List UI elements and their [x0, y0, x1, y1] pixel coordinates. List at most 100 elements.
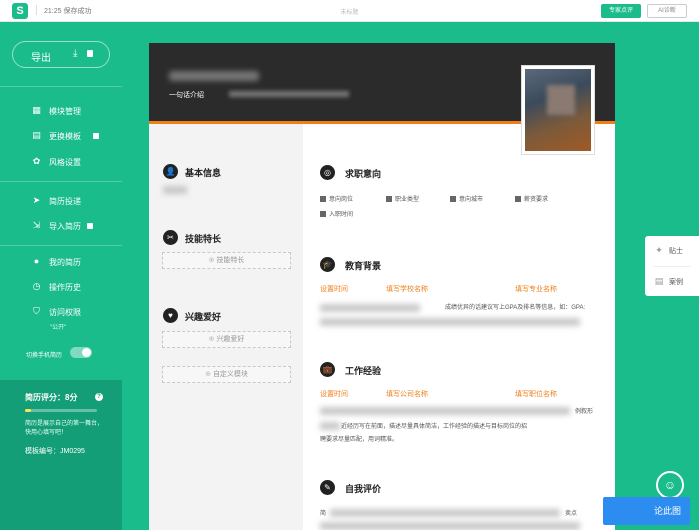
- help-icon[interactable]: ?: [95, 393, 103, 401]
- intent-position[interactable]: 意向岗位: [320, 194, 353, 203]
- city-icon: [450, 196, 456, 202]
- face-redacted: [547, 85, 575, 115]
- sidebar-item-label: 操作历史: [49, 283, 81, 292]
- add-custom-module-button[interactable]: ⊕ 自定义模块: [162, 366, 291, 383]
- work-time[interactable]: 设置时间: [320, 389, 348, 399]
- resume-score: 简历评分：8分: [25, 393, 78, 402]
- photo-image: [525, 69, 591, 151]
- sidebar-item-label: 我的简历: [49, 258, 81, 267]
- work-position[interactable]: 填写职位名称: [515, 389, 557, 399]
- lock-icon: [87, 223, 93, 229]
- work-desc-line1[interactable]: 例叙形: [575, 406, 593, 415]
- download-icon: ⤓: [73, 48, 78, 59]
- user-icon: 👤: [163, 164, 178, 179]
- add-hobby-button[interactable]: ⊕ 兴趣爱好: [162, 331, 291, 348]
- education-description[interactable]: 成绩优异的话建议写上GPA及排名等信息，如：GPA:: [445, 302, 585, 311]
- work-desc-line2[interactable]: 近经历写在前面，描述尽量具体简洁，工作经验的描述与目标岗位的招: [341, 421, 527, 430]
- section-title-education[interactable]: 教育背景: [345, 259, 381, 272]
- work-desc-line3[interactable]: 聘要求尽量匹配，用词精准。: [320, 434, 398, 443]
- section-title-basic-info[interactable]: 基本信息: [185, 166, 221, 179]
- lock-icon: [87, 50, 93, 57]
- score-progress-bar: [25, 409, 97, 412]
- divider: [0, 245, 122, 246]
- self-eval-redacted: [330, 509, 560, 517]
- sidebar-item-label: 访问权限: [49, 308, 81, 317]
- intent-salary[interactable]: 薪资要求: [515, 194, 548, 203]
- expert-review-button[interactable]: 专家点评: [601, 4, 641, 18]
- cases-button[interactable]: ▤ 案例: [645, 267, 699, 297]
- intent-salary-label: 薪资要求: [524, 197, 549, 203]
- score-panel: 简历评分：8分 ? 简历是展示自己的第一舞台，快用心填写吧！ 模板编号：JM02…: [0, 380, 122, 530]
- section-title-work[interactable]: 工作经验: [345, 364, 381, 377]
- education-desc-redacted: [320, 304, 420, 312]
- self-eval-line1[interactable]: 简: [320, 508, 326, 517]
- education-school[interactable]: 填写学校名称: [386, 284, 428, 294]
- lightbulb-icon: ✦: [655, 245, 663, 255]
- heart-icon: ♥: [163, 308, 178, 323]
- add-hobby-label: 兴趣爱好: [216, 336, 245, 343]
- export-button[interactable]: 导出 ⤓: [12, 41, 110, 68]
- toggle-knob: [82, 348, 91, 357]
- grid-icon: ▦: [32, 105, 41, 115]
- resume-canvas: 一句话介绍 👤 基本信息 ✂ 技能特长 ⊕ 技能特长 ♥ 兴趣爱好 ⊕ 兴趣爱好 ⊕…: [149, 43, 615, 530]
- section-title-skills[interactable]: 技能特长: [185, 232, 221, 245]
- intent-job-type[interactable]: 职业类型: [386, 194, 419, 203]
- document-title[interactable]: 未标题: [0, 7, 699, 16]
- target-icon: ◎: [320, 165, 335, 180]
- sidebar-item-label: 简历投递: [49, 197, 81, 206]
- work-company[interactable]: 填写公司名称: [386, 389, 428, 399]
- permission-value: "公开": [50, 325, 67, 331]
- intent-start-date-label: 入职时间: [329, 212, 354, 218]
- template-number: 模板编号：JM0295: [25, 448, 85, 455]
- intent-start-date[interactable]: 入职时间: [320, 209, 353, 218]
- user-icon: ●: [33, 256, 40, 266]
- section-title-job-intent[interactable]: 求职意向: [345, 167, 381, 180]
- profile-photo[interactable]: [521, 65, 595, 155]
- palette-icon: ✿: [32, 156, 41, 166]
- education-major[interactable]: 填写专业名称: [515, 284, 557, 294]
- work-desc-redacted: [320, 422, 340, 430]
- intent-city[interactable]: 意向城市: [450, 194, 483, 203]
- plus-icon: ⊕: [205, 371, 211, 378]
- lock-icon: [93, 133, 99, 139]
- resume-left-column: 👤 基本信息 ✂ 技能特长 ⊕ 技能特长 ♥ 兴趣爱好 ⊕ 兴趣爱好 ⊕ 自定义模块: [149, 124, 303, 530]
- tips-label: 贴士: [669, 248, 683, 255]
- send-icon: ➤: [32, 195, 41, 205]
- section-title-self-eval[interactable]: 自我评价: [345, 482, 381, 495]
- graduation-cap-icon: 🎓: [320, 257, 335, 272]
- id-card-icon: [386, 196, 392, 202]
- chat-icon: ☺: [663, 478, 677, 492]
- sidebar-item-label: 更换模板: [49, 132, 81, 141]
- intro-label: 一句话介绍: [169, 92, 204, 99]
- sidebar: 导出 ⤓ ▦ 模块管理 ▤ 更换模板 ✿ 风格设置 ➤ 简历投递 ⇲ 导入简历 …: [0, 22, 122, 530]
- shield-icon: ⛉: [33, 306, 40, 316]
- money-icon: [515, 196, 521, 202]
- export-label: 导出: [31, 53, 51, 64]
- self-eval-line2[interactable]: 卖点: [565, 508, 577, 517]
- education-time[interactable]: 设置时间: [320, 284, 348, 294]
- right-helper-panel: ✦ 贴士 ▤ 案例: [645, 236, 699, 296]
- plus-icon: ⊕: [208, 257, 215, 264]
- education-desc-redacted: [320, 318, 580, 326]
- intent-job-type-label: 职业类型: [395, 197, 420, 203]
- tips-button[interactable]: ✦ 贴士: [645, 236, 699, 266]
- add-custom-module-label: 自定义模块: [212, 371, 248, 378]
- divider: [0, 86, 122, 87]
- ai-diagnose-button[interactable]: AI诊断: [647, 4, 687, 18]
- divider: [0, 181, 122, 182]
- import-icon: ⇲: [32, 220, 41, 230]
- sidebar-item-label: 模块管理: [49, 107, 81, 116]
- document-icon: ▤: [654, 276, 664, 286]
- basic-info-redacted: [163, 186, 187, 194]
- add-skill-button[interactable]: ⊕ 技能特长: [162, 252, 291, 269]
- history-icon: ◷: [32, 281, 41, 291]
- sidebar-item-label: 风格设置: [49, 158, 81, 167]
- briefcase-icon: 💼: [320, 362, 335, 377]
- score-progress-fill: [25, 409, 31, 412]
- chat-support-button[interactable]: ☺: [656, 471, 684, 499]
- work-desc-redacted: [320, 407, 570, 415]
- mobile-resume-toggle[interactable]: [70, 347, 92, 358]
- top-bar: S 21:25 保存成功 未标题 专家点评 AI诊断: [0, 0, 699, 22]
- discuss-image-button[interactable]: 论此图: [603, 497, 690, 525]
- section-title-hobbies[interactable]: 兴趣爱好: [185, 310, 221, 323]
